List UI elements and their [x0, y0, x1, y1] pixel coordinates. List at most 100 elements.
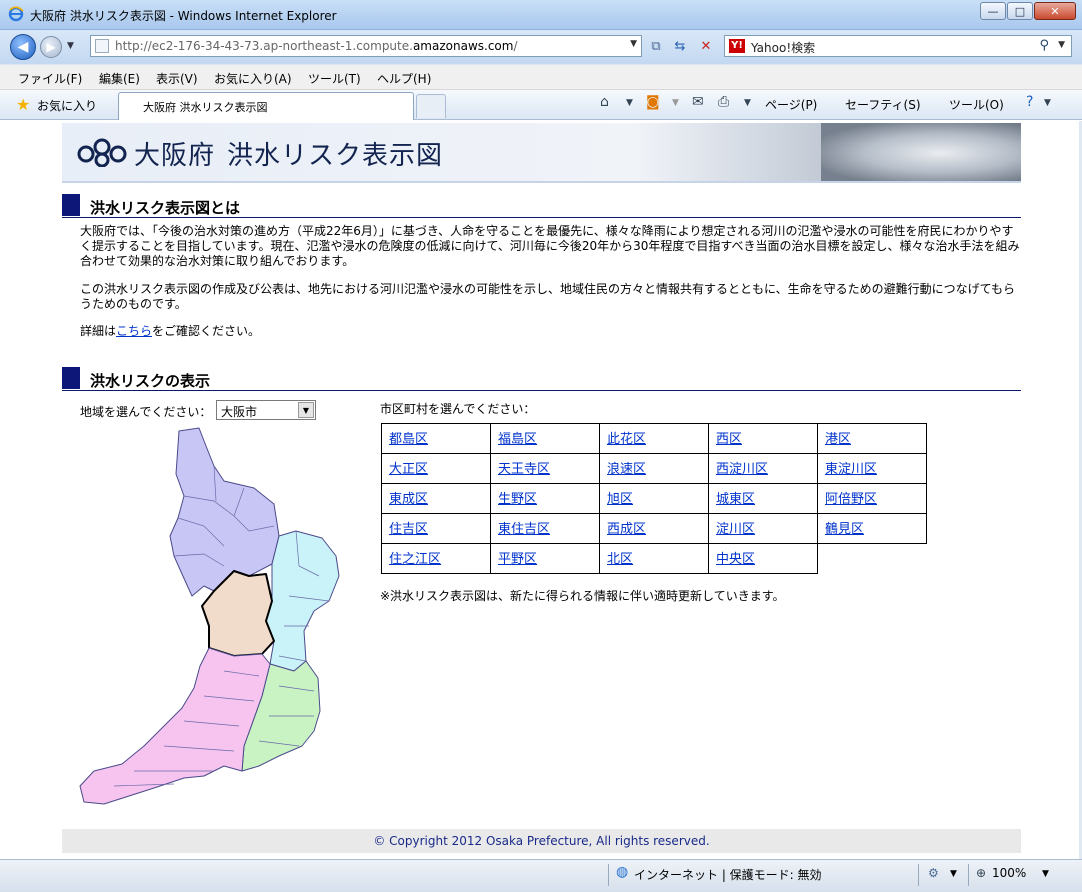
- stop-icon[interactable]: ✕: [697, 38, 715, 56]
- city-link-nishiyodogawa[interactable]: 西淀川区: [716, 462, 768, 477]
- city-link-hirano[interactable]: 平野区: [498, 552, 537, 567]
- city-link-asahi[interactable]: 旭区: [607, 492, 633, 507]
- chevron-down-icon[interactable]: ▼: [298, 402, 314, 418]
- safety-menu[interactable]: セーフティ(S): [845, 96, 921, 113]
- city-cell: 天王寺区: [490, 453, 600, 484]
- compatibility-view-icon[interactable]: ⧉: [647, 38, 665, 56]
- feeds-icon[interactable]: ◙: [646, 94, 660, 110]
- menu-favorites[interactable]: お気に入り(A): [214, 70, 292, 87]
- city-cell: 鶴見区: [817, 513, 927, 544]
- city-link-tsurumi[interactable]: 鶴見区: [825, 522, 864, 537]
- menu-view[interactable]: 表示(V): [156, 70, 198, 87]
- favorites-button[interactable]: お気に入り: [37, 97, 97, 114]
- detail-link[interactable]: こちら: [116, 324, 152, 338]
- address-bar[interactable]: http://ec2-176-34-43-73.ap-northeast-1.c…: [90, 35, 642, 57]
- city-cell: 中央区: [708, 543, 818, 574]
- city-link-taisho[interactable]: 大正区: [389, 462, 428, 477]
- mail-icon[interactable]: ✉: [692, 94, 704, 110]
- window-title: 大阪府 洪水リスク表示図 - Windows Internet Explorer: [30, 9, 337, 23]
- zoom-icon[interactable]: ⊕: [976, 866, 986, 880]
- page-menu[interactable]: ページ(P): [765, 96, 817, 113]
- city-link-higashiyodogawa[interactable]: 東淀川区: [825, 462, 877, 477]
- print-icon[interactable]: ⎙: [718, 94, 729, 110]
- search-dropdown-icon[interactable]: ▼: [1058, 40, 1065, 50]
- heading-square-icon: [62, 367, 80, 389]
- city-cell: 北区: [599, 543, 709, 574]
- menu-tools[interactable]: ツール(T): [308, 70, 361, 87]
- city-link-nishinari[interactable]: 西成区: [607, 522, 646, 537]
- region-select[interactable]: 大阪市 ▼: [216, 400, 316, 420]
- city-link-tennoji[interactable]: 天王寺区: [498, 462, 550, 477]
- minimize-button[interactable]: —: [980, 2, 1006, 20]
- zoom-level[interactable]: 100%: [992, 866, 1026, 880]
- city-link-nishi[interactable]: 西区: [716, 432, 742, 447]
- history-dropdown-icon[interactable]: ▼: [67, 41, 74, 51]
- city-cell: 住之江区: [381, 543, 491, 574]
- city-link-chuo[interactable]: 中央区: [716, 552, 755, 567]
- city-link-konohana[interactable]: 此花区: [607, 432, 646, 447]
- navigation-bar: ◀ ▶ ▼ http://ec2-176-34-43-73.ap-northea…: [0, 30, 1082, 64]
- tab-title: 大阪府 洪水リスク表示図: [143, 101, 268, 114]
- city-cell: 旭区: [599, 483, 709, 514]
- osaka-prefecture-map[interactable]: [74, 426, 354, 806]
- city-link-suminoe[interactable]: 住之江区: [389, 552, 441, 567]
- city-link-kita[interactable]: 北区: [607, 552, 633, 567]
- city-link-sumiyoshi[interactable]: 住吉区: [389, 522, 428, 537]
- back-button[interactable]: ◀: [10, 34, 36, 60]
- city-link-miyakojima[interactable]: 都島区: [389, 432, 428, 447]
- city-cell-empty: [818, 544, 927, 574]
- help-icon[interactable]: ?: [1026, 94, 1033, 110]
- window-titlebar: 大阪府 洪水リスク表示図 - Windows Internet Explorer…: [0, 0, 1082, 30]
- purpose-paragraph: この洪水リスク表示図の作成及び公表は、地先における河川氾濫や浸水の可能性を示し、…: [80, 282, 1016, 311]
- city-link-fukushima[interactable]: 福島区: [498, 432, 537, 447]
- city-cell: 東淀川区: [817, 453, 927, 484]
- status-bar: ◍ インターネット | 保護モード: 無効 ⚙ ▼ ⊕ 100% ▼: [0, 859, 1082, 892]
- city-link-minato[interactable]: 港区: [825, 432, 851, 447]
- city-link-abeno[interactable]: 阿倍野区: [825, 492, 877, 507]
- city-link-naniwa[interactable]: 浪速区: [607, 462, 646, 477]
- city-link-ikuno[interactable]: 生野区: [498, 492, 537, 507]
- tools-menu[interactable]: ツール(O): [949, 96, 1004, 113]
- zoom-dropdown-icon[interactable]: ▼: [1042, 869, 1049, 879]
- forward-button[interactable]: ▶: [40, 36, 62, 58]
- feeds-dropdown-icon[interactable]: ▼: [672, 98, 679, 108]
- new-tab-button[interactable]: [416, 94, 446, 118]
- ie-logo-icon: [8, 6, 24, 22]
- menu-bar: ファイル(F) 編集(E) 表示(V) お気に入り(A) ツール(T) ヘルプ(…: [0, 64, 1082, 90]
- city-cell: 西成区: [599, 513, 709, 544]
- security-zone[interactable]: インターネット | 保護モード: 無効: [634, 866, 822, 883]
- address-dropdown-icon[interactable]: ▼: [630, 39, 637, 49]
- section-display-heading: 洪水リスクの表示: [62, 367, 1021, 391]
- chevron-down-icon[interactable]: ▼: [950, 869, 957, 879]
- menu-edit[interactable]: 編集(E): [99, 70, 140, 87]
- tab-active[interactable]: 大阪府 洪水リスク表示図: [118, 92, 414, 120]
- menu-help[interactable]: ヘルプ(H): [377, 70, 431, 87]
- address-text[interactable]: http://ec2-176-34-43-73.ap-northeast-1.c…: [115, 39, 518, 53]
- home-icon[interactable]: ⌂: [600, 94, 609, 110]
- refresh-icon[interactable]: ⇆: [671, 38, 689, 56]
- close-window-button[interactable]: ✕: [1034, 2, 1076, 20]
- city-link-higashisumiyoshi[interactable]: 東住吉区: [498, 522, 550, 537]
- menu-file[interactable]: ファイル(F): [18, 70, 82, 87]
- city-cell: 港区: [817, 423, 927, 454]
- update-note: ※洪水リスク表示図は、新たに得られる情報に伴い適時更新していきます。: [380, 589, 785, 603]
- city-cell: 西区: [708, 423, 818, 454]
- copyright-footer: © Copyright 2012 Osaka Prefecture, All r…: [62, 829, 1021, 853]
- city-link-joto[interactable]: 城東区: [716, 492, 755, 507]
- help-dropdown-icon[interactable]: ▼: [1044, 98, 1051, 108]
- protected-mode-icon[interactable]: ⚙: [928, 866, 939, 880]
- print-dropdown-icon[interactable]: ▼: [744, 98, 751, 108]
- favorites-star-icon[interactable]: ★: [16, 95, 30, 114]
- city-link-yodogawa[interactable]: 淀川区: [716, 522, 755, 537]
- city-link-higashinari[interactable]: 東成区: [389, 492, 428, 507]
- city-cell: 福島区: [490, 423, 600, 454]
- maximize-button[interactable]: □: [1007, 2, 1033, 20]
- home-dropdown-icon[interactable]: ▼: [626, 98, 633, 108]
- map-region-south: [79, 647, 271, 805]
- city-cell: 此花区: [599, 423, 709, 454]
- city-cell: 東住吉区: [490, 513, 600, 544]
- status-divider: [968, 864, 969, 886]
- search-input[interactable]: Yahoo!検索: [751, 39, 815, 56]
- search-box[interactable]: Y! Yahoo!検索 ⚲ ▼: [724, 35, 1072, 57]
- search-icon[interactable]: ⚲: [1039, 38, 1049, 53]
